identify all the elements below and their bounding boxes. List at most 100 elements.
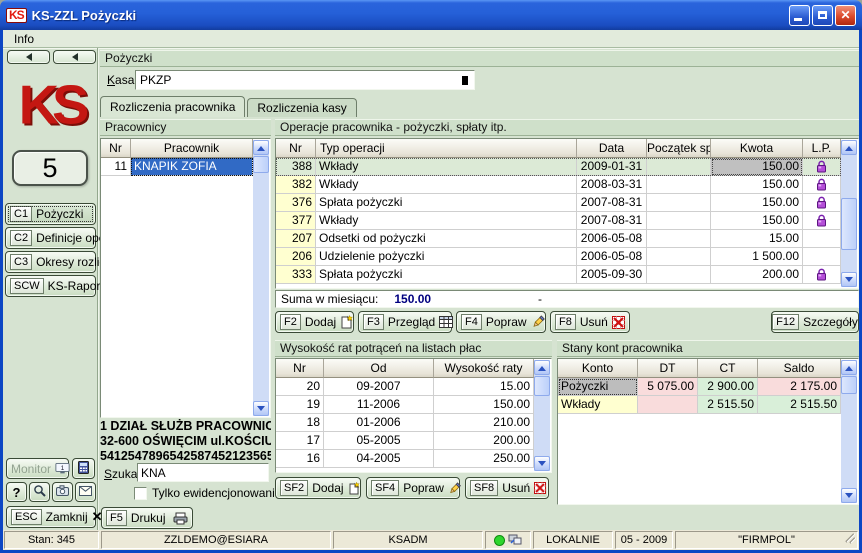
key-label: F5: [106, 510, 127, 526]
nav-back-button-2[interactable]: [53, 50, 96, 64]
delete-x-icon: [534, 482, 546, 494]
column-header[interactable]: Od: [324, 359, 434, 378]
sf4-popraw-button[interactable]: SF4 Popraw: [366, 477, 460, 499]
sidebar-button-ks-raport[interactable]: SCW KS-Raport: [5, 275, 96, 297]
cell: 150.00: [711, 194, 803, 212]
resize-grip[interactable]: [843, 531, 856, 547]
monitor-button[interactable]: Monitor 1: [6, 458, 69, 479]
column-header[interactable]: Pracownik: [131, 139, 253, 158]
column-header[interactable]: Konto: [558, 359, 638, 378]
maximize-button[interactable]: [812, 5, 833, 26]
table-row[interactable]: 2009-200715.00: [276, 378, 534, 396]
column-header[interactable]: Nr: [276, 359, 324, 378]
scroll-up-icon[interactable]: [841, 360, 857, 375]
key-label: F3: [363, 314, 384, 330]
sidebar-button-definicje[interactable]: C2 Definicje oper.: [5, 227, 96, 249]
sf8-usun-button[interactable]: SF8 Usuń: [465, 477, 549, 499]
table-row[interactable]: 333Spłata pożyczki2005-09-30200.00: [276, 266, 841, 284]
table-row[interactable]: Pożyczki5 075.002 900.002 175.00: [558, 378, 841, 396]
table-row[interactable]: 207Odsetki od pożyczki2006-05-0815.00: [276, 230, 841, 248]
scroll-down-icon[interactable]: [841, 488, 857, 503]
sf2-dodaj-button[interactable]: SF2 Dodaj: [275, 477, 361, 499]
scroll-down-icon[interactable]: [534, 456, 550, 471]
titlebar[interactable]: KS KS-ZZL Pożyczki: [0, 0, 862, 30]
column-header[interactable]: DT: [638, 359, 698, 378]
table-row[interactable]: 1911-2006150.00: [276, 396, 534, 414]
scroll-thumb[interactable]: [841, 198, 857, 250]
stany-scrollbar[interactable]: [841, 360, 857, 503]
table-row[interactable]: 1801-2006210.00: [276, 414, 534, 432]
kasa-input[interactable]: PKZP: [135, 70, 475, 90]
cell: 2007-08-31: [577, 212, 647, 230]
search-button[interactable]: [29, 482, 50, 502]
f12-szczegoly-button[interactable]: F12 Szczegóły: [771, 311, 859, 333]
cell: Udzielenie pożyczki: [316, 248, 577, 266]
column-header[interactable]: CT: [698, 359, 758, 378]
button-label: Dodaj: [305, 315, 336, 329]
account-name-cell: Pożyczki: [558, 378, 638, 396]
kasa-picker-button[interactable]: [456, 71, 474, 89]
column-header[interactable]: Nr: [276, 139, 316, 158]
table-row[interactable]: 388Wkłady2009-01-31150.00: [276, 158, 841, 176]
scroll-down-icon[interactable]: [253, 401, 269, 416]
pracownicy-scrollbar[interactable]: [253, 140, 269, 416]
stany-header: Stany kont pracownika: [557, 340, 859, 357]
scroll-thumb[interactable]: [534, 376, 550, 396]
minimize-button[interactable]: [789, 5, 810, 26]
calculator-button[interactable]: [72, 458, 95, 479]
tab-rozliczenia-pracownika[interactable]: Rozliczenia pracownika: [100, 96, 245, 117]
scroll-thumb[interactable]: [253, 156, 269, 173]
column-header[interactable]: L.P.: [803, 139, 841, 158]
close-form-button[interactable]: ESC Zamknij: [6, 506, 96, 528]
mail-icon: [79, 485, 92, 499]
close-button[interactable]: [835, 5, 856, 26]
column-header[interactable]: Saldo: [758, 359, 841, 378]
print-button[interactable]: F5 Drukuj: [101, 507, 193, 529]
raty-scrollbar[interactable]: [534, 360, 550, 471]
sidebar-button-okresy[interactable]: C3 Okresy rozlicz.: [5, 251, 96, 273]
status-firm: "FIRMPOL": [675, 531, 858, 549]
scroll-up-icon[interactable]: [534, 360, 550, 375]
pracownicy-table: Nr Pracownik 11KNAPIK ZOFIA: [100, 138, 271, 418]
table-row[interactable]: 1604-2005250.00: [276, 450, 534, 468]
scroll-thumb[interactable]: [841, 376, 857, 394]
nav-back-button-1[interactable]: [7, 50, 50, 64]
menu-item-info[interactable]: Info: [10, 32, 38, 46]
scroll-up-icon[interactable]: [253, 140, 269, 155]
table-row[interactable]: Wkłady2 515.502 515.50: [558, 396, 841, 414]
table-row[interactable]: 376Spłata pożyczki2007-08-31150.00: [276, 194, 841, 212]
column-header[interactable]: Początek spł.: [647, 139, 711, 158]
help-button[interactable]: ?: [6, 482, 27, 502]
scroll-up-icon[interactable]: [841, 140, 857, 155]
mail-button[interactable]: [75, 482, 96, 502]
operacje-scrollbar[interactable]: [841, 140, 857, 287]
camera-button[interactable]: [52, 482, 73, 502]
column-header[interactable]: Data: [577, 139, 647, 158]
ewidencjonowani-checkbox[interactable]: [134, 487, 147, 500]
f8-usun-button[interactable]: F8 Usuń: [550, 311, 630, 333]
tab-rozliczenia-kasy[interactable]: Rozliczenia kasy: [247, 98, 356, 117]
app-icon: KS: [6, 8, 27, 23]
table-row[interactable]: 1705-2005200.00: [276, 432, 534, 450]
cell: 377: [276, 212, 316, 230]
scroll-down-icon[interactable]: [841, 272, 857, 287]
column-header[interactable]: Typ operacji: [316, 139, 577, 158]
table-row[interactable]: 377Wkłady2007-08-31150.00: [276, 212, 841, 230]
key-label: SCW: [10, 278, 44, 294]
column-header[interactable]: Kwota: [711, 139, 803, 158]
table-row[interactable]: 11KNAPIK ZOFIA: [101, 158, 253, 176]
cell: 01-2006: [324, 414, 434, 432]
app-window: KS KS-ZZL Pożyczki Info KS 5 C1 Pożyczki…: [0, 0, 862, 553]
raty-header: Wysokość rat potrąceń na listach płac: [275, 340, 552, 357]
f4-popraw-button[interactable]: F4 Popraw: [456, 311, 546, 333]
cell: [647, 194, 711, 212]
table-row[interactable]: 206Udzielenie pożyczki2006-05-081 500.00: [276, 248, 841, 266]
column-header[interactable]: Wysokość raty: [434, 359, 534, 378]
column-header[interactable]: Nr: [101, 139, 131, 158]
f2-dodaj-button[interactable]: F2 Dodaj: [275, 311, 354, 333]
szukaj-input[interactable]: [137, 463, 269, 482]
sidebar: KS 5 C1 Pożyczki C2 Definicje oper. C3 O…: [3, 48, 98, 530]
f3-przeglad-button[interactable]: F3 Przegląd: [358, 311, 452, 333]
sidebar-button-pozyczki[interactable]: C1 Pożyczki: [5, 203, 96, 225]
table-row[interactable]: 382Wkłady2008-03-31150.00: [276, 176, 841, 194]
